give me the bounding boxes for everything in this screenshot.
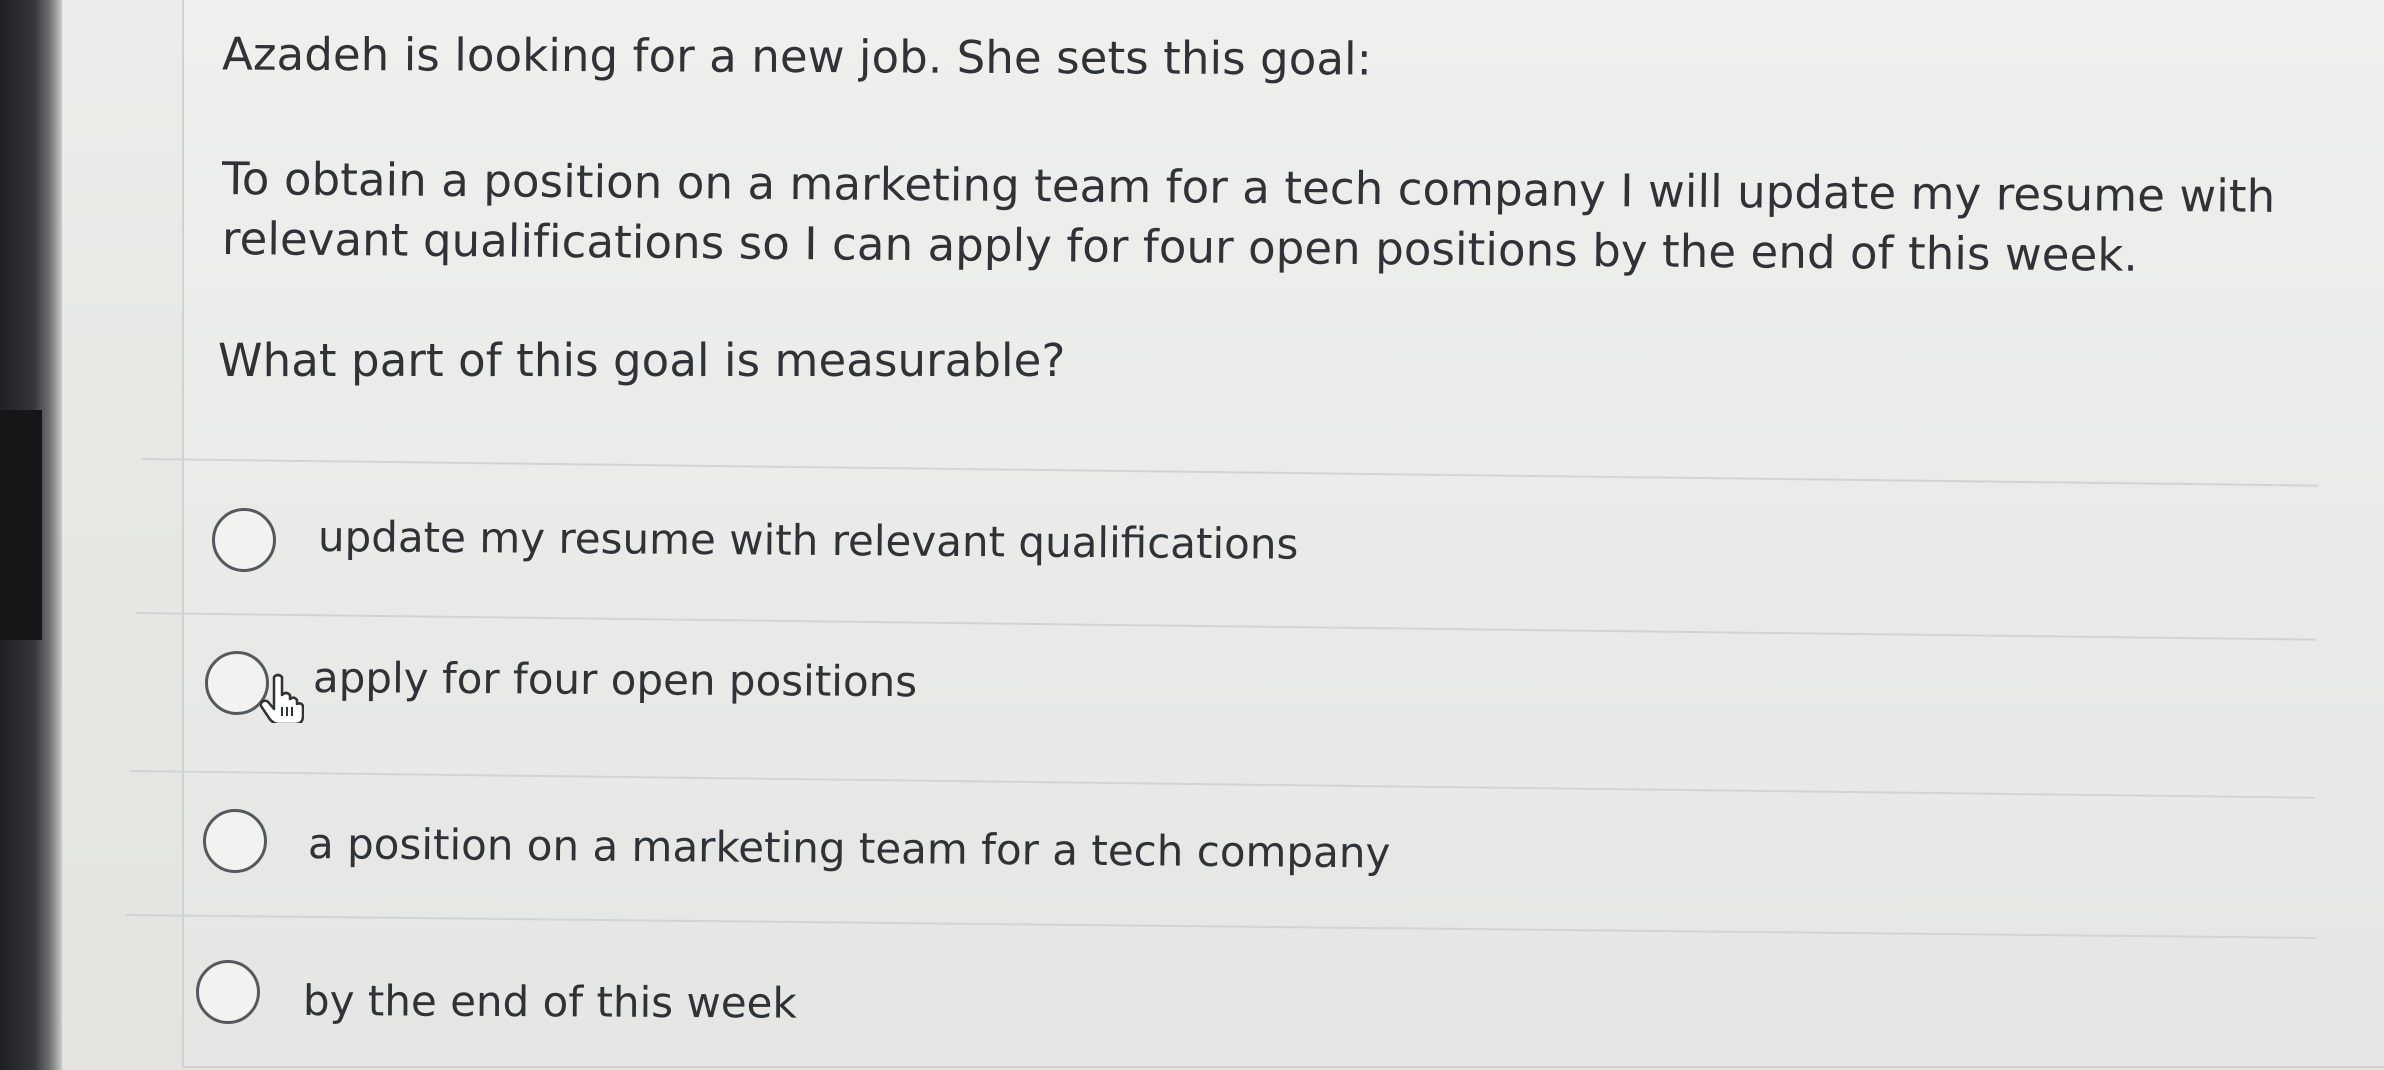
device-bezel-shadow: [0, 410, 42, 640]
answer-option-label: by the end of this week: [302, 976, 797, 1028]
question-prompt: What part of this goal is measurable?: [218, 334, 1066, 387]
answer-option-label: a position on a marketing team for a tec…: [307, 819, 1391, 878]
radio-button[interactable]: [203, 809, 267, 873]
hand-pointer-icon: [260, 673, 304, 723]
radio-button[interactable]: [212, 508, 276, 572]
answer-option-4[interactable]: by the end of this week: [125, 918, 2315, 1068]
answer-option-3[interactable]: a position on a marketing team for a tec…: [125, 775, 2315, 925]
answer-option-1[interactable]: update my resume with relevant qualifica…: [125, 462, 2315, 612]
answer-option-2[interactable]: apply for four open positions: [125, 617, 2315, 767]
answer-option-label: update my resume with relevant qualifica…: [317, 512, 1299, 569]
question-intro: Azadeh is looking for a new job. She set…: [221, 27, 1373, 86]
radio-button[interactable]: [196, 960, 260, 1024]
answer-option-label: apply for four open positions: [312, 653, 918, 707]
